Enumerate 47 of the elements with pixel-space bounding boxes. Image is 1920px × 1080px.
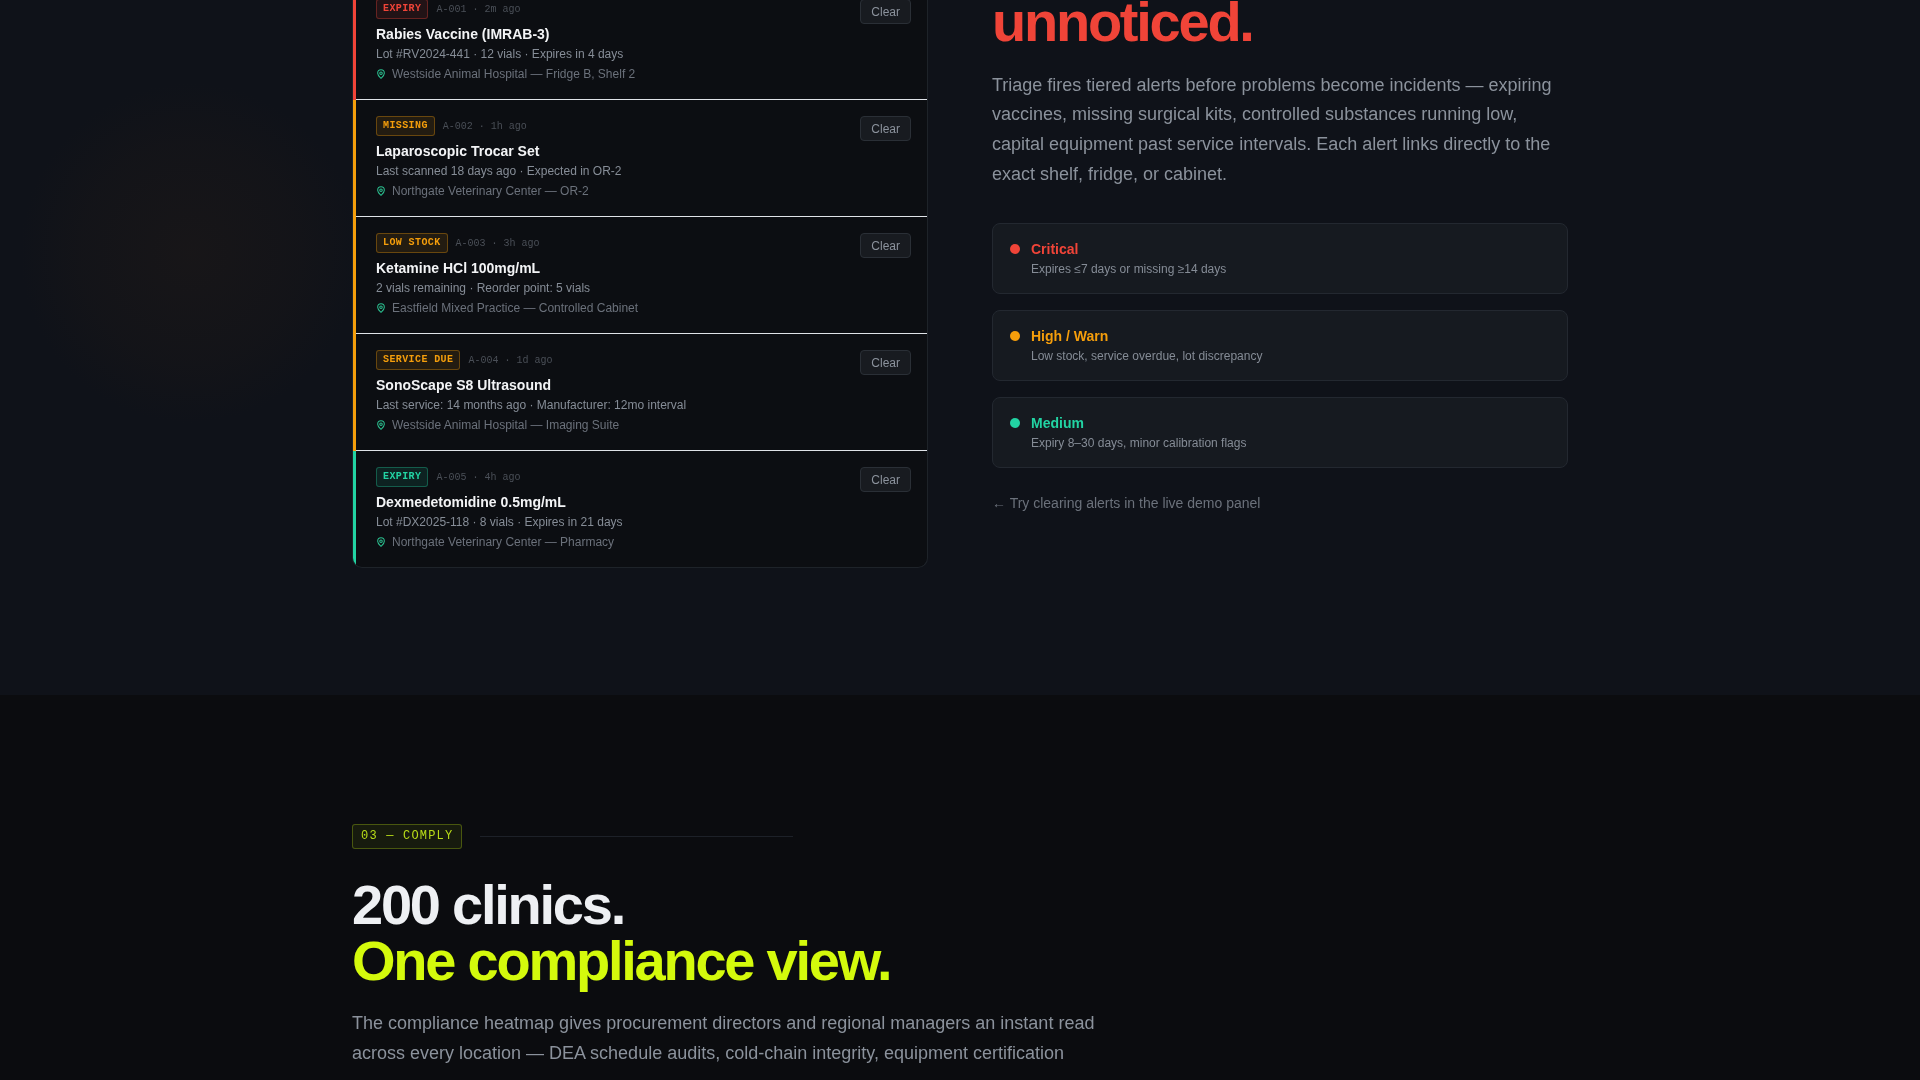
alert-type-tag: SERVICE DUE — [376, 350, 461, 370]
alert-title: Laparoscopic Trocar Set — [376, 142, 541, 160]
section-heading: unnoticed. — [992, 0, 1253, 45]
alert-title: Dexmedetomidine 0.5mg/mL — [376, 493, 567, 511]
alert-type-tag: EXPIRY — [376, 467, 429, 487]
map-pin-icon — [376, 420, 386, 430]
severity-description: Low stock, service overdue, lot discrepancy — [1031, 347, 1263, 364]
alert-meta: A-001 · 2m ago — [436, 3, 521, 15]
section-description: Triage fires tiered alerts before problems become incidents — expiring vaccines, missing surgical kits, controlled substances running low, capital equipment past service intervals. Each alert links directly to the exact shelf, fridge, or cabinet. — [992, 73, 1553, 186]
alert-type-tag: LOW STOCK — [376, 233, 448, 253]
alert-detail: Lot #RV2024-441 · 12 vials · Expires in 4 days — [376, 46, 625, 63]
clear-button[interactable]: Clear — [860, 467, 911, 492]
map-pin-icon — [376, 303, 386, 313]
alert-meta: A-004 · 1d ago — [468, 354, 553, 366]
alert-meta: A-002 · 1h ago — [442, 120, 527, 132]
severity-title: Critical — [1031, 239, 1080, 258]
alert-location: Eastfield Mixed Practice — Controlled Cabinet — [392, 300, 639, 317]
alert-detail: Last service: 14 months ago · Manufacturer: 12mo interval — [376, 397, 687, 414]
alert-detail: Last scanned 18 days ago · Expected in OR-2 — [376, 163, 622, 180]
severity-title: Medium — [1031, 413, 1085, 432]
alert-title: SonoScape S8 Ultrasound — [376, 376, 553, 394]
clear-button[interactable]: Clear — [860, 350, 911, 375]
alert-detail: 2 vials remaining · Reorder point: 5 vials — [376, 280, 592, 297]
alert-title: Ketamine HCl 100mg/mL — [376, 259, 542, 277]
section-tag: 03 — COMPLY — [352, 824, 463, 849]
alert-location: Westside Animal Hospital — Imaging Suite — [392, 417, 620, 434]
alert-location: Northgate Veterinary Center — OR-2 — [392, 183, 589, 200]
demo-hint: ← Try clearing alerts in the live demo panel — [992, 493, 1261, 513]
map-pin-icon — [376, 537, 386, 547]
alert-location: Westside Animal Hospital — Fridge B, Shelf 2 — [392, 66, 636, 83]
alert-detail: Lot #DX2025-118 · 8 vials · Expires in 21 days — [376, 514, 623, 531]
severity-description: Expires ≤7 days or missing ≥14 days — [1031, 260, 1227, 277]
map-pin-icon — [376, 69, 386, 79]
alert-meta: A-005 · 4h ago — [436, 471, 521, 483]
severity-description: Expiry 8–30 days, minor calibration flags — [1031, 434, 1247, 451]
section-heading: 200 clinics. — [352, 877, 624, 933]
clear-button[interactable]: Clear — [860, 116, 911, 141]
clear-button[interactable]: Clear — [860, 233, 911, 258]
severity-title: High / Warn — [1031, 326, 1110, 345]
alert-title: Rabies Vaccine (IMRAB-3) — [376, 25, 551, 43]
alert-location: Northgate Veterinary Center — Pharmacy — [392, 534, 615, 551]
alert-type-tag: EXPIRY — [376, 0, 429, 19]
clear-button[interactable]: Clear — [860, 0, 911, 24]
alert-meta: A-003 · 3h ago — [455, 237, 540, 249]
section-description: The compliance heatmap gives procurement directors and regional managers an instant read across every location — DEA schedule audits, cold-chain integrity, equipment certification — [352, 1012, 1096, 1065]
alert-type-tag: MISSING — [376, 116, 435, 136]
map-pin-icon — [376, 186, 386, 196]
